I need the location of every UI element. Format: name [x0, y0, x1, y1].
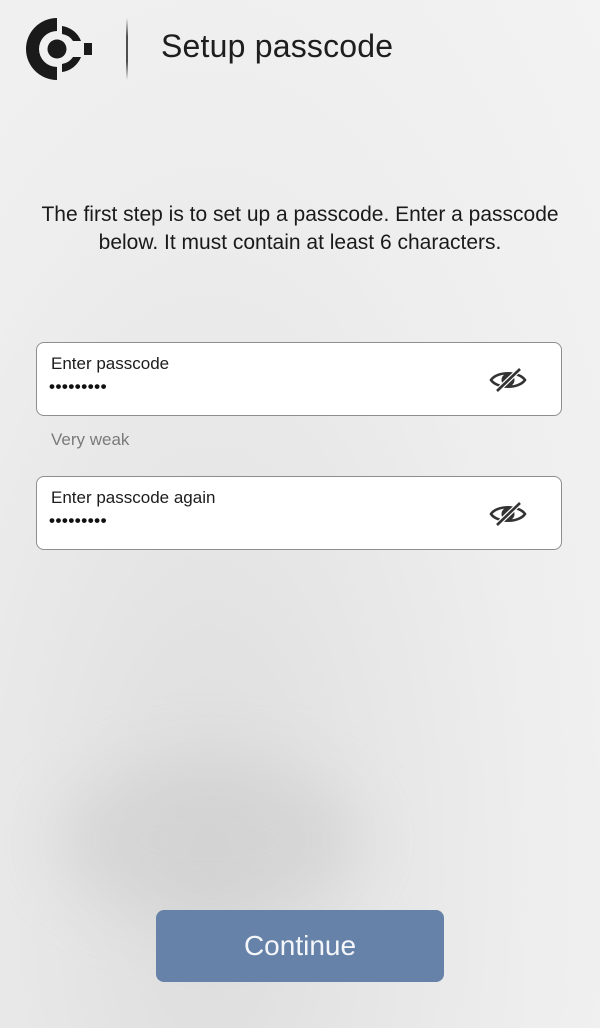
header-divider — [126, 18, 128, 80]
passcode-strength-label: Very weak — [51, 430, 130, 449]
continue-button[interactable]: Continue — [156, 910, 444, 982]
eye-off-icon[interactable] — [489, 367, 527, 393]
confirm-passcode-input-value[interactable]: ••••••••• — [49, 511, 107, 531]
page-title: Setup passcode — [161, 28, 394, 64]
header: Setup passcode — [0, 0, 600, 100]
passcode-input-value[interactable]: ••••••••• — [49, 377, 107, 397]
instructions-text: The first step is to set up a passcode. … — [41, 203, 559, 254]
background-blur — [60, 760, 360, 920]
passcode-field[interactable]: Enter passcode ••••••••• — [36, 342, 562, 416]
eye-off-icon[interactable] — [489, 501, 527, 527]
confirm-passcode-field[interactable]: Enter passcode again ••••••••• — [36, 476, 562, 550]
confirm-passcode-field-label: Enter passcode again — [51, 488, 216, 507]
passcode-field-label: Enter passcode — [51, 354, 170, 373]
logo-icon — [22, 14, 92, 84]
